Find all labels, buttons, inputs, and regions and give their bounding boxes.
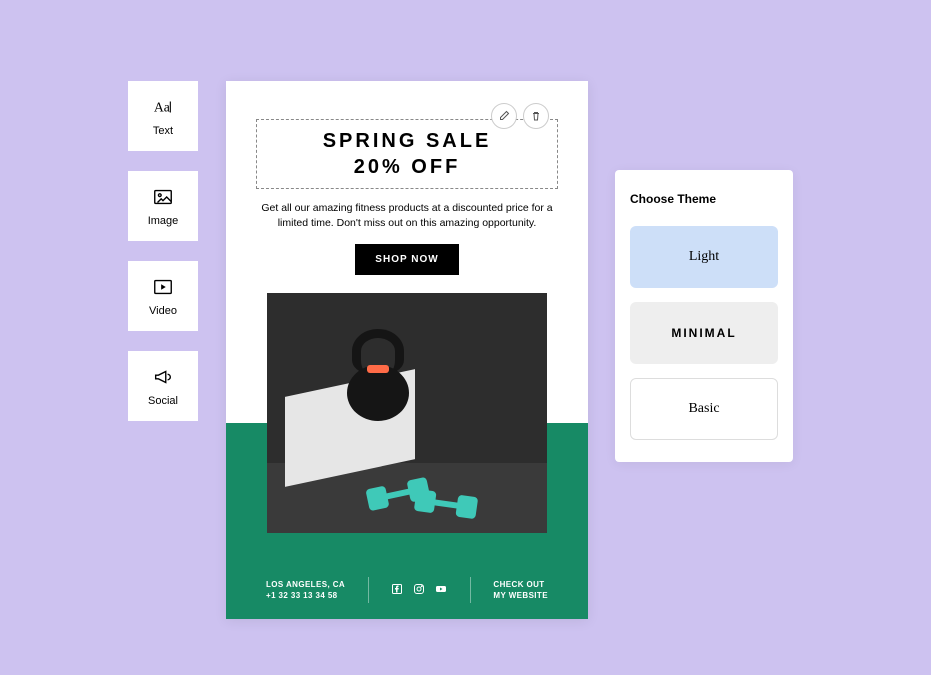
theme-option-light[interactable]: Light [630,226,778,288]
tool-sidebar: Aa Text Image Video [128,81,198,421]
theme-options: Light MINIMAL Basic [630,226,778,440]
email-footer: LOS ANGELES, CA +1 32 33 13 34 58 CHECK … [266,577,548,603]
tool-social[interactable]: Social [128,351,198,421]
email-preview: SPRING SALE 20% OFF Get all our amazing … [226,81,588,619]
theme-option-minimal[interactable]: MINIMAL [630,302,778,364]
theme-option-basic[interactable]: Basic [630,378,778,440]
tool-label: Social [148,395,178,407]
email-subheading[interactable]: Get all our amazing fitness products at … [256,201,558,230]
text-icon: Aa [151,95,175,119]
edit-button[interactable] [491,103,517,129]
email-heading: SPRING SALE 20% OFF [287,128,527,180]
footer-divider [470,577,471,603]
tool-video[interactable]: Video [128,261,198,331]
shop-now-button[interactable]: SHOP NOW [355,244,458,275]
megaphone-icon [151,365,175,389]
tool-image[interactable]: Image [128,171,198,241]
tool-label: Text [153,125,173,137]
youtube-icon[interactable] [435,583,447,597]
video-icon [151,275,175,299]
footer-divider [368,577,369,603]
delete-button[interactable] [523,103,549,129]
image-icon [151,185,175,209]
svg-text:Aa: Aa [154,100,170,115]
email-product-image[interactable] [267,293,547,533]
footer-location: LOS ANGELES, CA [266,580,345,589]
instagram-icon[interactable] [413,583,425,597]
email-content: SPRING SALE 20% OFF Get all our amazing … [226,81,588,533]
tool-text[interactable]: Aa Text [128,81,198,151]
theme-panel: Choose Theme Light MINIMAL Basic [615,170,793,462]
footer-contact: LOS ANGELES, CA +1 32 33 13 34 58 [266,580,345,600]
block-controls [491,103,549,129]
footer-phone: +1 32 33 13 34 58 [266,591,345,600]
footer-social-icons [391,583,447,597]
theme-panel-title: Choose Theme [630,192,778,206]
tool-label: Video [149,305,177,317]
heading-editable-block[interactable]: SPRING SALE 20% OFF [256,119,558,189]
facebook-icon[interactable] [391,583,403,597]
footer-cta[interactable]: CHECK OUT MY WEBSITE [493,580,548,600]
tool-label: Image [148,215,179,227]
